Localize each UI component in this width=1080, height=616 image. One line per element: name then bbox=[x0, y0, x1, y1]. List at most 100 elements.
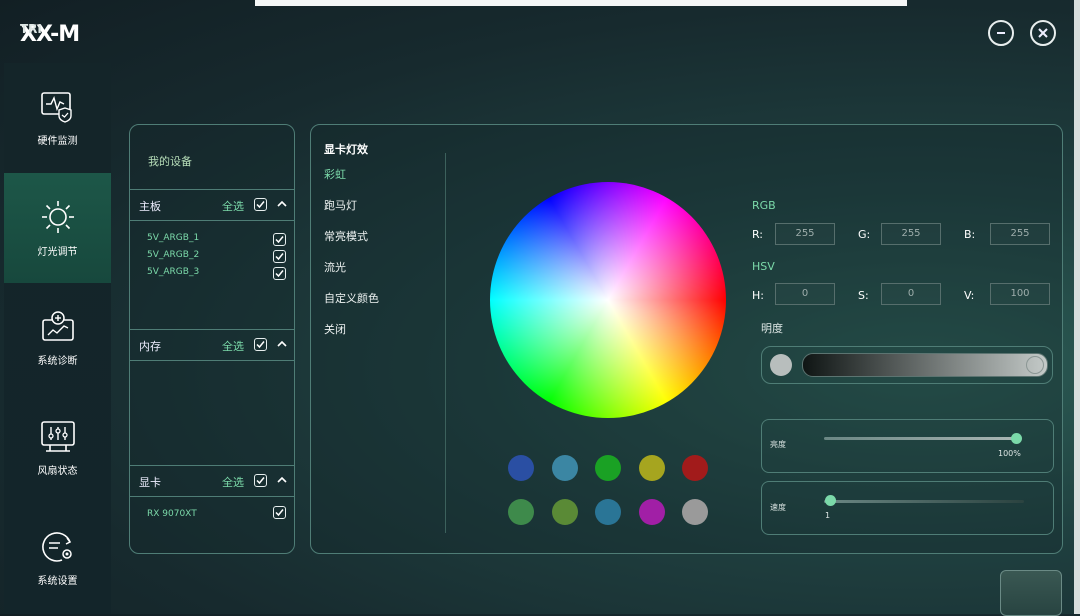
sidebar-item-label: 硬件监测 bbox=[37, 135, 78, 147]
sidebar-item-label: 风扇状态 bbox=[37, 465, 78, 477]
select-all-checkbox[interactable] bbox=[254, 474, 267, 487]
preset-swatch[interactable] bbox=[638, 499, 665, 525]
effect-item-custom[interactable]: 自定义颜色 bbox=[324, 290, 379, 306]
device-panel-title: 我的设备 bbox=[148, 155, 192, 168]
section-header-gpu[interactable]: 显卡 全选 bbox=[130, 465, 294, 497]
device-checkbox[interactable] bbox=[273, 267, 286, 280]
select-all-checkbox[interactable] bbox=[254, 338, 267, 351]
hardware-monitor-icon bbox=[40, 91, 72, 123]
chevron-up-icon[interactable] bbox=[276, 198, 288, 210]
device-checkbox[interactable] bbox=[273, 250, 286, 263]
effect-item-rainbow[interactable]: 彩虹 bbox=[324, 166, 346, 182]
right-edge-strip bbox=[1074, 0, 1080, 614]
b-field[interactable]: 255 bbox=[990, 223, 1050, 245]
value-preview-swatch bbox=[770, 354, 792, 376]
color-wheel[interactable] bbox=[490, 182, 726, 418]
apply-button[interactable] bbox=[1000, 570, 1062, 616]
check-icon bbox=[275, 253, 284, 261]
sidebar-item-fan[interactable]: 风扇状态 bbox=[4, 393, 111, 503]
brightness-value: 100% bbox=[998, 449, 1021, 458]
brightness-box: 亮度 100% bbox=[761, 419, 1054, 473]
device-checkbox[interactable] bbox=[273, 233, 286, 246]
effect-item-chase[interactable]: 跑马灯 bbox=[324, 197, 357, 213]
preset-swatch[interactable] bbox=[595, 455, 621, 481]
sidebar-item-label: 系统设置 bbox=[37, 575, 78, 587]
preset-swatch[interactable] bbox=[638, 455, 665, 481]
device-item: 5V_ARGB_1 bbox=[147, 233, 200, 243]
chevron-up-icon[interactable] bbox=[276, 474, 288, 486]
device-item: RX 9070XT bbox=[147, 509, 197, 519]
v-field[interactable]: 100 bbox=[990, 283, 1050, 305]
r-field[interactable]: 255 bbox=[775, 223, 835, 245]
preset-swatch[interactable] bbox=[682, 455, 708, 481]
sun-icon bbox=[41, 200, 74, 233]
divider bbox=[445, 153, 446, 533]
speed-handle[interactable] bbox=[825, 495, 836, 506]
chevron-up-icon[interactable] bbox=[276, 338, 288, 350]
h-field[interactable]: 0 bbox=[775, 283, 835, 305]
fan-control-icon bbox=[40, 420, 75, 452]
select-all-link[interactable]: 全选 bbox=[222, 474, 244, 490]
select-all-link[interactable]: 全选 bbox=[222, 338, 244, 354]
preset-swatch[interactable] bbox=[508, 455, 534, 481]
sidebar-item-lighting[interactable]: 灯光调节 bbox=[4, 173, 111, 283]
minimize-button[interactable] bbox=[988, 20, 1014, 46]
section-label: 内存 bbox=[139, 340, 161, 353]
speed-box: 速度 1 bbox=[761, 481, 1054, 535]
select-all-checkbox[interactable] bbox=[254, 198, 267, 211]
sidebar-item-label: 灯光调节 bbox=[37, 246, 78, 258]
diagnosis-icon bbox=[41, 310, 74, 341]
sidebar-item-hardware-monitor[interactable]: 硬件监测 bbox=[4, 63, 111, 173]
effect-item-static[interactable]: 常亮模式 bbox=[324, 228, 368, 244]
value-slider[interactable] bbox=[802, 353, 1048, 377]
speed-value: 1 bbox=[825, 511, 831, 520]
r-label: R: bbox=[752, 228, 764, 241]
app-logo: TRI XX-M bbox=[20, 22, 80, 47]
g-label: G: bbox=[858, 228, 871, 241]
s-label: S: bbox=[858, 289, 869, 302]
preset-swatch[interactable] bbox=[551, 499, 578, 525]
close-button[interactable] bbox=[1030, 20, 1056, 46]
value-slider-handle[interactable] bbox=[1026, 356, 1044, 374]
g-field[interactable]: 255 bbox=[881, 223, 941, 245]
device-checkbox[interactable] bbox=[273, 506, 286, 519]
preset-swatch[interactable] bbox=[682, 499, 708, 525]
value-slider-box bbox=[761, 346, 1053, 384]
sidebar-item-settings[interactable]: 系统设置 bbox=[4, 503, 111, 613]
rgb-label: RGB bbox=[752, 199, 776, 212]
preset-swatch[interactable] bbox=[508, 499, 534, 525]
sidebar-item-diagnosis[interactable]: 系统诊断 bbox=[4, 283, 111, 393]
lighting-panel: 显卡灯效 彩虹 跑马灯 常亮模式 流光 自定义颜色 关闭 RGB R: 255 … bbox=[310, 124, 1063, 554]
section-label: 显卡 bbox=[139, 476, 161, 489]
device-item: 5V_ARGB_2 bbox=[147, 250, 200, 260]
brightness-slider[interactable] bbox=[824, 437, 1016, 440]
preset-swatch[interactable] bbox=[595, 499, 621, 525]
close-icon bbox=[1038, 28, 1048, 38]
check-icon bbox=[275, 509, 284, 517]
check-icon bbox=[275, 270, 284, 278]
effect-item-off[interactable]: 关闭 bbox=[324, 321, 346, 337]
check-icon bbox=[275, 236, 284, 244]
section-label: 主板 bbox=[139, 200, 161, 213]
v-label: V: bbox=[964, 289, 975, 302]
sidebar: 硬件监测 灯光调节 系统诊断 风扇状态 系统设置 bbox=[4, 63, 111, 614]
brightness-handle[interactable] bbox=[1011, 433, 1022, 444]
preset-swatch[interactable] bbox=[551, 455, 578, 481]
sidebar-item-label: 系统诊断 bbox=[37, 355, 78, 367]
b-label: B: bbox=[964, 228, 976, 241]
speed-slider[interactable] bbox=[824, 500, 1024, 503]
select-all-link[interactable]: 全选 bbox=[222, 198, 244, 214]
minimize-icon bbox=[997, 32, 1005, 34]
speed-label: 速度 bbox=[770, 503, 786, 512]
h-label: H: bbox=[752, 289, 764, 302]
settings-icon bbox=[41, 531, 72, 562]
section-header-motherboard[interactable]: 主板 全选 bbox=[130, 189, 294, 221]
s-field[interactable]: 0 bbox=[881, 283, 941, 305]
check-icon bbox=[256, 201, 265, 209]
device-panel: 我的设备 主板 全选 5V_ARGB_1 5V_ARGB_2 5V_ARGB_3… bbox=[129, 124, 295, 554]
effects-title: 显卡灯效 bbox=[324, 143, 368, 156]
section-header-memory[interactable]: 内存 全选 bbox=[130, 329, 294, 361]
effect-item-flow[interactable]: 流光 bbox=[324, 259, 346, 275]
check-icon bbox=[256, 477, 265, 485]
device-item: 5V_ARGB_3 bbox=[147, 267, 200, 277]
